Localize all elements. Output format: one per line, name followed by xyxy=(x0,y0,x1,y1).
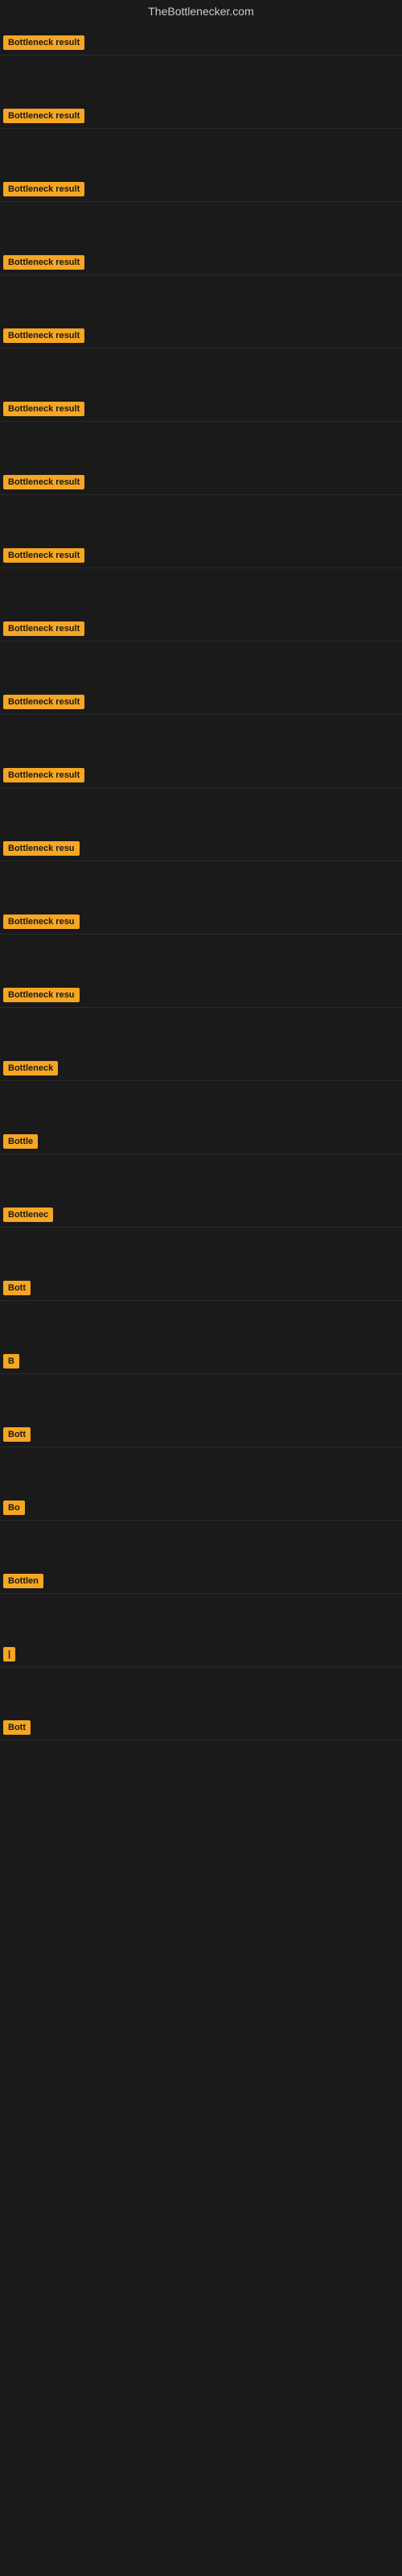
list-item: Bo xyxy=(0,1496,402,1521)
bottleneck-result-badge[interactable]: Bottleneck result xyxy=(3,109,84,123)
bottleneck-result-badge[interactable]: Bott xyxy=(3,1720,31,1735)
list-item: Bottleneck result xyxy=(0,543,402,568)
list-item: Bott xyxy=(0,1276,402,1301)
bottleneck-result-badge[interactable]: Bott xyxy=(3,1427,31,1442)
list-item: B xyxy=(0,1349,402,1374)
bottleneck-result-badge[interactable]: Bottleneck result xyxy=(3,548,84,563)
bottleneck-result-badge[interactable]: Bottle xyxy=(3,1134,38,1149)
list-item: Bottleneck result xyxy=(0,177,402,202)
bottleneck-result-badge[interactable]: Bottleneck resu xyxy=(3,988,80,1002)
site-title: TheBottlenecker.com xyxy=(0,0,402,23)
list-item: | xyxy=(0,1642,402,1667)
list-item: Bott xyxy=(0,1715,402,1740)
bottleneck-result-badge[interactable]: Bottleneck result xyxy=(3,475,84,489)
bottleneck-result-badge[interactable]: | xyxy=(3,1647,15,1662)
bottleneck-result-badge[interactable]: Bottleneck resu xyxy=(3,914,80,929)
list-item: Bottleneck result xyxy=(0,250,402,275)
list-item: Bottle xyxy=(0,1129,402,1154)
list-item: Bottleneck result xyxy=(0,324,402,349)
bottleneck-result-badge[interactable]: Bo xyxy=(3,1501,25,1515)
list-item: Bottleneck result xyxy=(0,690,402,715)
bottleneck-result-badge[interactable]: Bottleneck result xyxy=(3,328,84,343)
list-item: Bott xyxy=(0,1422,402,1447)
bottleneck-result-badge[interactable]: Bottleneck xyxy=(3,1061,58,1075)
bottleneck-result-badge[interactable]: B xyxy=(3,1354,19,1368)
list-item: Bottleneck xyxy=(0,1056,402,1081)
bottleneck-result-badge[interactable]: Bottlenec xyxy=(3,1208,53,1222)
list-item: Bottleneck result xyxy=(0,617,402,642)
list-item: Bottleneck result xyxy=(0,470,402,495)
list-item: Bottleneck resu xyxy=(0,836,402,861)
list-item: Bottleneck resu xyxy=(0,910,402,935)
bottleneck-result-badge[interactable]: Bottleneck result xyxy=(3,621,84,636)
list-item: Bottleneck result xyxy=(0,397,402,422)
bottleneck-result-badge[interactable]: Bottleneck result xyxy=(3,182,84,196)
list-item: Bottlenec xyxy=(0,1203,402,1228)
bottleneck-result-badge[interactable]: Bottleneck result xyxy=(3,402,84,416)
list-item: Bottleneck result xyxy=(0,31,402,56)
list-item: Bottleneck resu xyxy=(0,983,402,1008)
bottleneck-result-badge[interactable]: Bottleneck result xyxy=(3,255,84,270)
bottleneck-result-badge[interactable]: Bottlen xyxy=(3,1574,43,1588)
bottleneck-result-badge[interactable]: Bottleneck result xyxy=(3,695,84,709)
list-item: Bottlen xyxy=(0,1569,402,1594)
bottleneck-result-badge[interactable]: Bott xyxy=(3,1281,31,1295)
bottleneck-result-badge[interactable]: Bottleneck result xyxy=(3,768,84,782)
bottleneck-result-badge[interactable]: Bottleneck resu xyxy=(3,841,80,856)
bottleneck-result-badge[interactable]: Bottleneck result xyxy=(3,35,84,50)
list-item: Bottleneck result xyxy=(0,104,402,129)
list-item: Bottleneck result xyxy=(0,763,402,788)
